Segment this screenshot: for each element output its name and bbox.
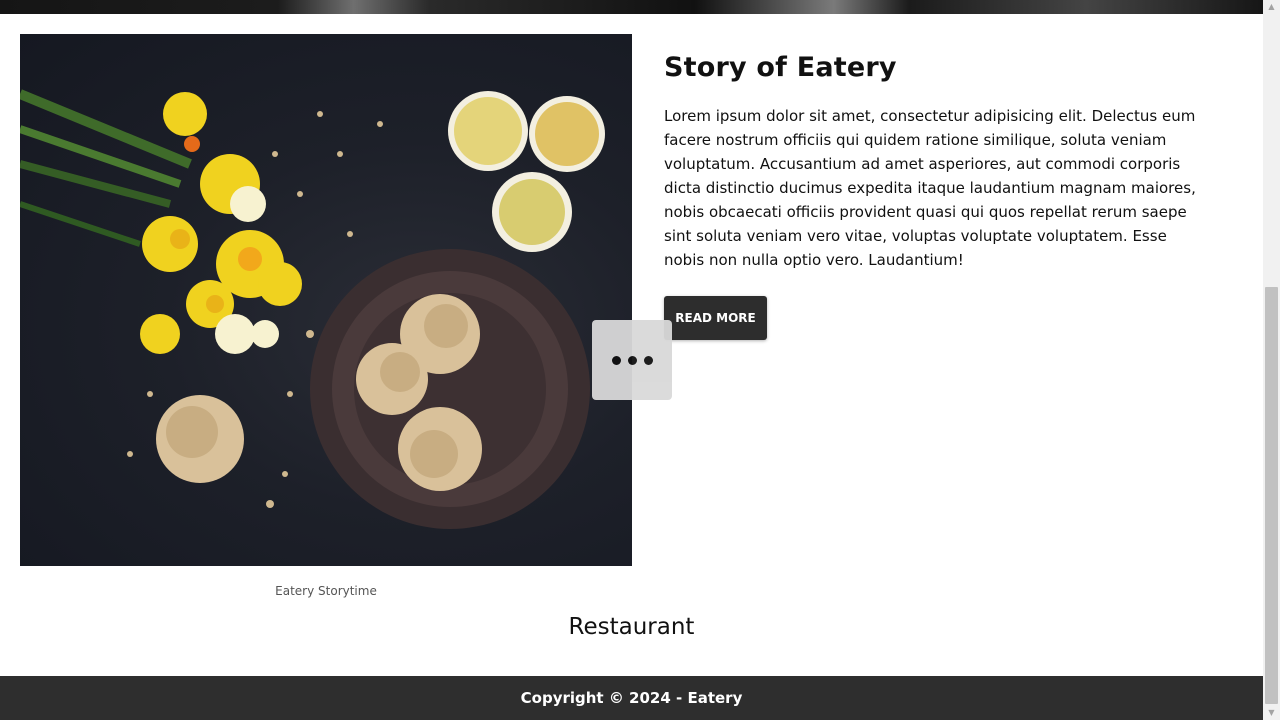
scrollbar-thumb[interactable] xyxy=(1265,287,1278,704)
story-title: Story of Eatery xyxy=(664,52,897,83)
triangle-down-icon[interactable]: ▼ xyxy=(1263,706,1280,720)
section-heading-restaurant: Restaurant xyxy=(568,614,695,640)
read-more-button[interactable]: READ MORE xyxy=(664,296,767,340)
story-image xyxy=(20,34,632,566)
footer-copyright: Copyright © 2024 - Eatery xyxy=(520,689,743,707)
image-caption: Eatery Storytime xyxy=(275,584,377,598)
loading-dots-icon xyxy=(611,355,621,365)
loading-overlay xyxy=(592,320,672,400)
loading-dots-icon xyxy=(643,355,653,365)
footer: Copyright © 2024 - Eatery xyxy=(0,676,1263,720)
hero-image-bottom-edge xyxy=(0,0,1263,14)
loading-dots-icon xyxy=(627,355,637,365)
triangle-up-icon[interactable]: ▲ xyxy=(1263,0,1280,14)
story-body-text: Lorem ipsum dolor sit amet, consectetur … xyxy=(664,107,1196,269)
vertical-scrollbar[interactable]: ▲ ▼ xyxy=(1263,0,1280,720)
